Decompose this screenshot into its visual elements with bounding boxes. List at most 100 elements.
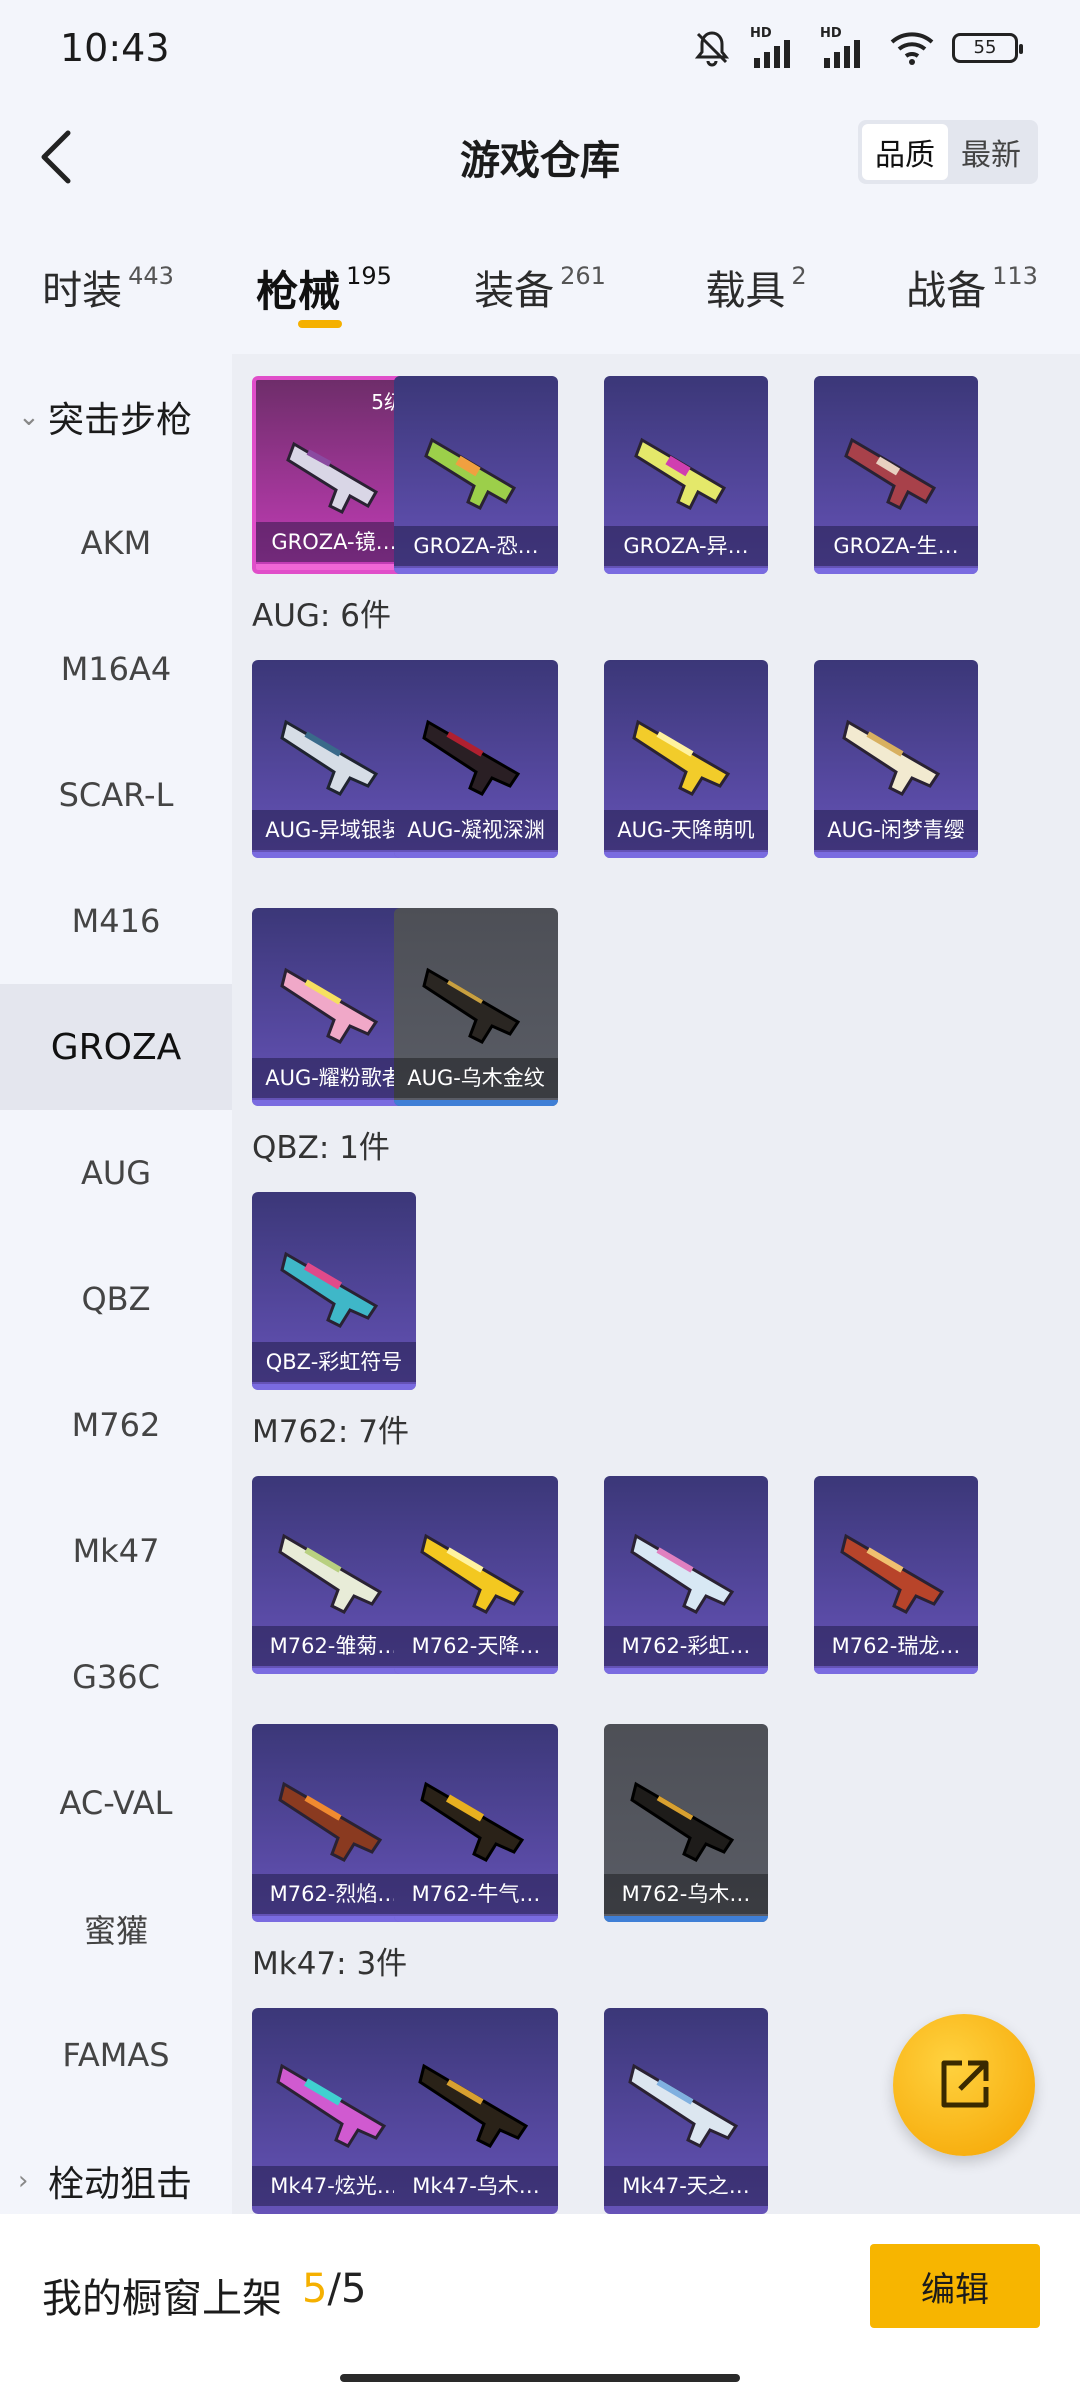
nav-item-m16a4[interactable]: M16A4 — [0, 606, 232, 732]
tab-vehicles[interactable]: 载具 2 — [648, 258, 864, 354]
skin-name: AUG-异域银装 — [252, 810, 416, 850]
skin-name: M762-彩虹… — [604, 1626, 768, 1666]
nav-item-m416[interactable]: M416 — [0, 858, 232, 984]
skin-name: GROZA-恐… — [394, 526, 558, 566]
skin-card[interactable]: M762-瑞龙… — [814, 1476, 978, 1674]
signal-icon-2: HD — [820, 26, 872, 68]
skin-name: M762-天降… — [394, 1626, 558, 1666]
rifle-icon — [420, 1533, 525, 1614]
skin-card[interactable]: QBZ-彩虹符号 — [252, 1192, 416, 1390]
section-header-qbz: QBZ: 1件 — [252, 1130, 390, 1166]
nav-item-famas[interactable]: FAMAS — [0, 1992, 232, 2118]
skin-card[interactable]: GROZA-异… — [604, 376, 768, 574]
rifle-icon — [844, 437, 937, 511]
sort-latest-button[interactable]: 最新 — [948, 124, 1034, 180]
skin-card[interactable]: M762-天降… — [394, 1476, 558, 1674]
nav-item-akm[interactable]: AKM — [0, 480, 232, 606]
signal-icon: HD — [750, 26, 802, 68]
rifle-icon — [632, 719, 731, 796]
skin-name: QBZ-彩虹符号 — [252, 1342, 416, 1382]
rifle-icon — [278, 1781, 383, 1862]
chevron-right-icon: › — [18, 2166, 29, 2196]
rifle-icon — [840, 1533, 945, 1614]
skin-name: M762-乌木… — [604, 1874, 768, 1914]
showcase-count: 5/5 — [302, 2266, 367, 2312]
nav-item-qbz[interactable]: QBZ — [0, 1236, 232, 1362]
skin-card[interactable]: AUG-乌木金纹 — [394, 908, 558, 1106]
skin-card[interactable]: AUG-凝视深渊 — [394, 660, 558, 858]
nav-item-scar-l[interactable]: SCAR-L — [0, 732, 232, 858]
nav-item-mk47[interactable]: Mk47 — [0, 1488, 232, 1614]
rifle-icon — [630, 1781, 735, 1862]
rifle-icon — [628, 2063, 739, 2148]
skin-name: M762-牛气… — [394, 1874, 558, 1914]
rifle-icon — [286, 441, 379, 515]
tab-firearms[interactable]: 枪械 195 — [216, 258, 432, 354]
rifle-icon — [278, 1533, 383, 1614]
skin-card[interactable]: Mk47-炫光… — [252, 2008, 416, 2214]
home-indicator[interactable] — [340, 2374, 740, 2382]
rifle-icon — [422, 719, 521, 796]
showcase-label: 我的橱窗上架 — [42, 2276, 282, 2322]
share-external-icon — [941, 2060, 989, 2108]
share-float-button[interactable] — [893, 2014, 1035, 2156]
skin-name: M762-雏菊… — [252, 1626, 416, 1666]
skin-card[interactable]: AUG-异域银装 — [252, 660, 416, 858]
rifle-icon — [418, 2063, 529, 2148]
tab-equipment[interactable]: 装备 261 — [432, 258, 648, 354]
rifle-icon — [634, 437, 727, 511]
status-bar: 10:43 HD HD 55 — [0, 0, 1080, 100]
skin-name: GROZA-生… — [814, 526, 978, 566]
skin-card[interactable]: M762-乌木… — [604, 1724, 768, 1922]
skin-card[interactable]: AUG-耀粉歌者 — [252, 908, 416, 1106]
sort-quality-button[interactable]: 品质 — [862, 124, 948, 180]
skin-card[interactable]: Mk47-天之… — [604, 2008, 768, 2214]
edit-button[interactable]: 编辑 — [870, 2244, 1040, 2328]
nav-item-g36c[interactable]: G36C — [0, 1614, 232, 1740]
nav-group-assault-rifles[interactable]: ⌄ 突击步枪 — [0, 354, 232, 480]
section-header-m762: M762: 7件 — [252, 1414, 409, 1450]
nav-item-groza[interactable]: GROZA — [0, 984, 232, 1110]
tab-fashion[interactable]: 时装 443 — [0, 258, 216, 354]
rifle-icon — [280, 1251, 379, 1328]
showcase-bar: 我的橱窗上架 5/5 编辑 — [0, 2214, 1080, 2400]
skin-name: M762-瑞龙… — [814, 1626, 978, 1666]
skin-grid: 5级 GROZA-镜… GROZA-恐… GROZA-异… GROZA-生… A… — [232, 354, 1080, 2214]
section-header-aug: AUG: 6件 — [252, 598, 391, 634]
rifle-icon — [280, 719, 379, 796]
skin-card[interactable]: AUG-天降萌叽 — [604, 660, 768, 858]
skin-card[interactable]: GROZA-生… — [814, 376, 978, 574]
skin-name: AUG-天降萌叽 — [604, 810, 768, 850]
skin-card[interactable]: M762-烈焰… — [252, 1724, 416, 1922]
skin-card[interactable]: GROZA-恐… — [394, 376, 558, 574]
rifle-icon — [842, 719, 941, 796]
rifle-icon — [630, 1533, 735, 1614]
tab-supplies[interactable]: 战备 113 — [864, 258, 1080, 354]
skin-name: GROZA-异… — [604, 526, 768, 566]
rifle-icon — [420, 1781, 525, 1862]
rifle-icon — [280, 967, 379, 1044]
nav-item-m762[interactable]: M762 — [0, 1362, 232, 1488]
status-time: 10:43 — [60, 26, 170, 70]
skin-name: GROZA-镜… — [256, 522, 412, 562]
skin-card[interactable]: M762-彩虹… — [604, 1476, 768, 1674]
skin-card[interactable]: M762-牛气… — [394, 1724, 558, 1922]
skin-name: Mk47-天之… — [604, 2166, 768, 2206]
nav-item-ac-val[interactable]: AC-VAL — [0, 1740, 232, 1866]
skin-card[interactable]: M762-雏菊… — [252, 1476, 416, 1674]
section-header-mk47: Mk47: 3件 — [252, 1946, 408, 1982]
skin-card[interactable]: Mk47-乌木… — [394, 2008, 558, 2214]
nav-item-honey-badger[interactable]: 蜜獾 — [0, 1866, 232, 1992]
battery-icon: 55 — [952, 33, 1023, 63]
chevron-down-icon: ⌄ — [18, 402, 40, 432]
nav-item-aug[interactable]: AUG — [0, 1110, 232, 1236]
skin-card[interactable]: AUG-闲梦青缨 — [814, 660, 978, 858]
skin-name: M762-烈焰… — [252, 1874, 416, 1914]
category-tabs: 时装 443 枪械 195 装备 261 载具 2 战备 113 — [0, 258, 1080, 354]
skin-name: Mk47-乌木… — [394, 2166, 558, 2206]
bell-muted-icon — [694, 31, 730, 67]
skin-card[interactable]: 5级 GROZA-镜… — [252, 376, 416, 574]
rifle-icon — [276, 2063, 387, 2148]
skin-name: AUG-耀粉歌者 — [252, 1058, 416, 1098]
weapon-type-nav: ⌄ 突击步枪 AKM M16A4 SCAR-L M416 GROZA AUG Q… — [0, 354, 232, 2214]
